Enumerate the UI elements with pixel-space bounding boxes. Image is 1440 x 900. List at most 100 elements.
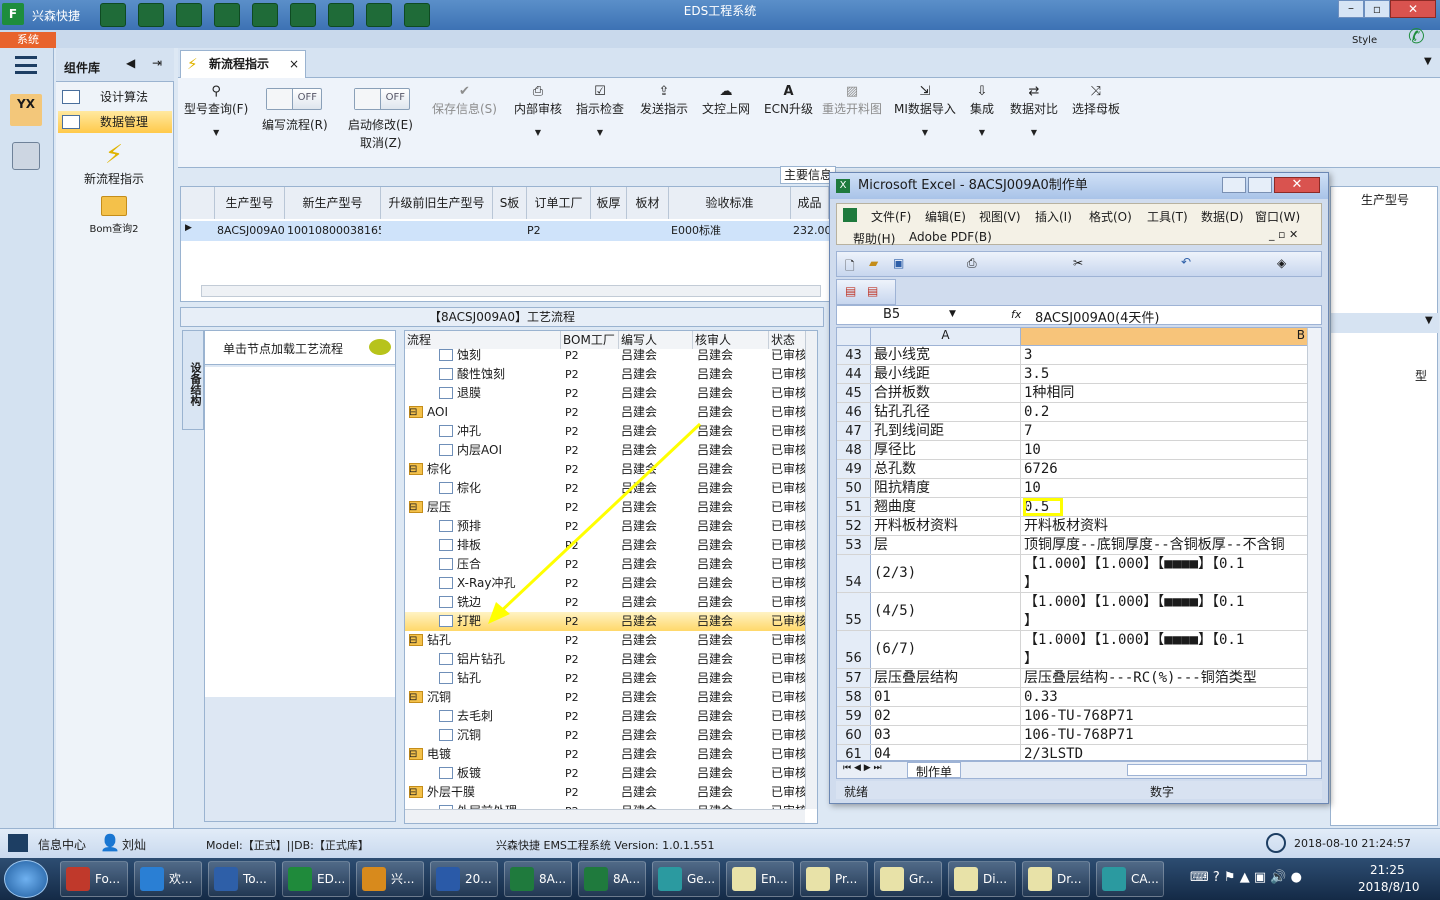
cell-b[interactable]: 0.2 xyxy=(1023,403,1307,421)
row-number[interactable]: 60 xyxy=(837,726,871,744)
cell-a[interactable]: 最小线距 xyxy=(873,365,1021,383)
grid-header[interactable]: 板厚 xyxy=(591,187,627,219)
tab-new-flow[interactable]: ⚡ 新流程指示 × xyxy=(180,50,306,78)
horizontal-scrollbar[interactable] xyxy=(201,285,821,297)
tree-scrollbar-vertical[interactable] xyxy=(805,331,817,809)
collapse-icon[interactable]: ⊟ xyxy=(409,631,417,650)
right-panel-col-label[interactable]: 型 xyxy=(1415,367,1427,384)
cell-a[interactable]: (4/5) xyxy=(873,593,1021,630)
ribbon-button-internal-review[interactable]: ⎙ 内部审核 ▼ xyxy=(514,84,562,141)
grid-cell[interactable]: 232.00 xyxy=(791,221,829,241)
collapse-icon[interactable]: ⊟ xyxy=(409,745,417,764)
style-label[interactable]: Style xyxy=(1352,35,1377,46)
pdf-icon[interactable]: ▤ xyxy=(867,284,878,298)
pin-icon[interactable]: ⇥ xyxy=(152,56,162,70)
hamburger-icon[interactable] xyxy=(15,56,37,74)
ribbon-button-doc-online[interactable]: ☁ 文控上网 xyxy=(702,84,750,117)
grid-header[interactable]: 订单工厂 xyxy=(527,187,591,219)
grid-cell[interactable]: P2 xyxy=(527,221,591,241)
grid-header[interactable]: 成品 xyxy=(791,187,829,219)
system-tab[interactable]: 系统 xyxy=(0,32,56,48)
component-item-data-management[interactable]: 数据管理 xyxy=(58,111,172,133)
chevron-down-icon[interactable]: ▼ xyxy=(949,309,956,319)
cell-b[interactable]: 顶铜厚度--底铜厚度--含铜板厚--不含铜 xyxy=(1023,536,1307,554)
print-icon[interactable]: ⎙ xyxy=(967,256,977,271)
menu-item[interactable]: 数据(D) xyxy=(1201,208,1244,225)
grid-cell[interactable]: 10010800038165 xyxy=(285,221,381,241)
function-icon[interactable]: fx xyxy=(1011,308,1021,321)
minimize-button[interactable]: – xyxy=(1338,0,1364,18)
row-number[interactable]: 45 xyxy=(837,384,871,402)
close-button[interactable]: ✕ xyxy=(1390,0,1436,18)
row-number[interactable]: 54 xyxy=(837,555,871,592)
chevron-left-icon[interactable]: ◀ xyxy=(126,56,135,70)
cell-b[interactable]: 2/3LSTD xyxy=(1023,745,1307,760)
cell-b[interactable]: 106-TU-768P71 xyxy=(1023,726,1307,744)
row-number[interactable]: 43 xyxy=(837,346,871,364)
tree-row[interactable]: ⊟ 钻孔 P2 吕建会 吕建会 已审核 xyxy=(405,631,817,650)
row-number[interactable]: 47 xyxy=(837,422,871,440)
row-number[interactable]: 46 xyxy=(837,403,871,421)
windows-grid-icon[interactable] xyxy=(8,834,28,852)
tree-row[interactable]: 蚀刻 P2 吕建会 吕建会 已审核 xyxy=(405,346,817,365)
taskbar-item[interactable]: 20... xyxy=(430,861,498,897)
ribbon-button-integrate[interactable]: ⇩ 集成 ▼ xyxy=(970,84,994,141)
row-number[interactable]: 53 xyxy=(837,536,871,554)
cell-a[interactable]: 01 xyxy=(873,688,1021,706)
cell-a[interactable]: 04 xyxy=(873,745,1021,760)
equipment-structure-tab[interactable]: 设备结构 xyxy=(182,330,204,430)
tray-date[interactable]: 2018/8/10 xyxy=(1358,880,1420,894)
taskbar-item[interactable]: ED... xyxy=(282,861,350,897)
chevron-down-icon[interactable]: ▼ xyxy=(1425,315,1433,326)
cell-b[interactable]: 10 xyxy=(1023,441,1307,459)
taskbar-item[interactable]: 8A... xyxy=(504,861,572,897)
open-icon[interactable]: ▰ xyxy=(869,256,878,270)
menu-item[interactable]: 视图(V) xyxy=(979,208,1021,225)
cell-a[interactable]: 层 xyxy=(873,536,1021,554)
tool-bom-query[interactable]: Bom查询2 xyxy=(62,196,166,242)
cell-b[interactable]: 106-TU-768P71 xyxy=(1023,707,1307,725)
grid-header[interactable]: S板 xyxy=(493,187,527,219)
menu-item[interactable]: 窗口(W) xyxy=(1255,208,1300,225)
ribbon-button-send-instruction[interactable]: ⇪ 发送指示 xyxy=(640,84,688,117)
maximize-button[interactable] xyxy=(1248,177,1272,193)
row-number[interactable]: 56 xyxy=(837,631,871,668)
cell-a[interactable]: 总孔数 xyxy=(873,460,1021,478)
name-box[interactable]: B5 xyxy=(883,307,900,322)
collapse-icon[interactable]: ⊟ xyxy=(409,783,417,802)
ribbon-button-mi-import[interactable]: ⇲ MI数据导入 ▼ xyxy=(894,84,956,141)
sheet-nav-icon[interactable]: ⏮ ◀ ▶ ⏭ xyxy=(843,763,882,773)
cell-b[interactable]: 层压叠层结构---RC(%)---铜箔类型 xyxy=(1023,669,1307,687)
phone-icon[interactable]: ✆ xyxy=(1408,24,1425,48)
row-number[interactable]: 59 xyxy=(837,707,871,725)
cell-b[interactable]: 3.5 xyxy=(1023,365,1307,383)
menu-item[interactable]: 文件(F) xyxy=(871,208,911,225)
cell-a[interactable]: 厚径比 xyxy=(873,441,1021,459)
window-controls[interactable]: _ ▫ ✕ xyxy=(1269,228,1298,241)
right-panel-header[interactable]: 生产型号 xyxy=(1361,191,1409,208)
taskbar-item[interactable]: Pr... xyxy=(800,861,868,897)
cell-b[interactable]: 1种相同 xyxy=(1023,384,1307,402)
close-icon[interactable]: × xyxy=(289,51,299,77)
ribbon-button-data-compare[interactable]: ⇄ 数据对比 ▼ xyxy=(1010,84,1058,141)
row-number[interactable]: 48 xyxy=(837,441,871,459)
toggle-start-edit[interactable]: OFF xyxy=(354,88,410,110)
tree-row[interactable]: ⊟ 电镀 P2 吕建会 吕建会 已审核 xyxy=(405,745,817,764)
cell-a[interactable]: 翘曲度 xyxy=(873,498,1021,516)
menu-item[interactable]: 编辑(E) xyxy=(925,208,966,225)
menu-item[interactable]: 格式(O) xyxy=(1089,208,1132,225)
cell-b[interactable]: 【1.000】【1.000】【■■■■】【0.1 】 xyxy=(1023,555,1307,592)
sheet-tab[interactable]: 制作单 xyxy=(907,762,962,779)
tray-time[interactable]: 21:25 xyxy=(1370,863,1405,877)
grid-header[interactable]: 板材 xyxy=(627,187,669,219)
cut-icon[interactable]: ✂ xyxy=(1073,256,1083,270)
taskbar-item[interactable]: Ge... xyxy=(652,861,720,897)
cell-a[interactable]: 钻孔孔径 xyxy=(873,403,1021,421)
cell-b[interactable]: 0.5 xyxy=(1023,498,1063,516)
row-number[interactable]: 55 xyxy=(837,593,871,630)
minimize-button[interactable] xyxy=(1222,177,1246,193)
tree-row[interactable]: 酸性蚀刻 P2 吕建会 吕建会 已审核 xyxy=(405,365,817,384)
taskbar-item[interactable]: En... xyxy=(726,861,794,897)
row-number[interactable]: 49 xyxy=(837,460,871,478)
cell-b[interactable]: 7 xyxy=(1023,422,1307,440)
